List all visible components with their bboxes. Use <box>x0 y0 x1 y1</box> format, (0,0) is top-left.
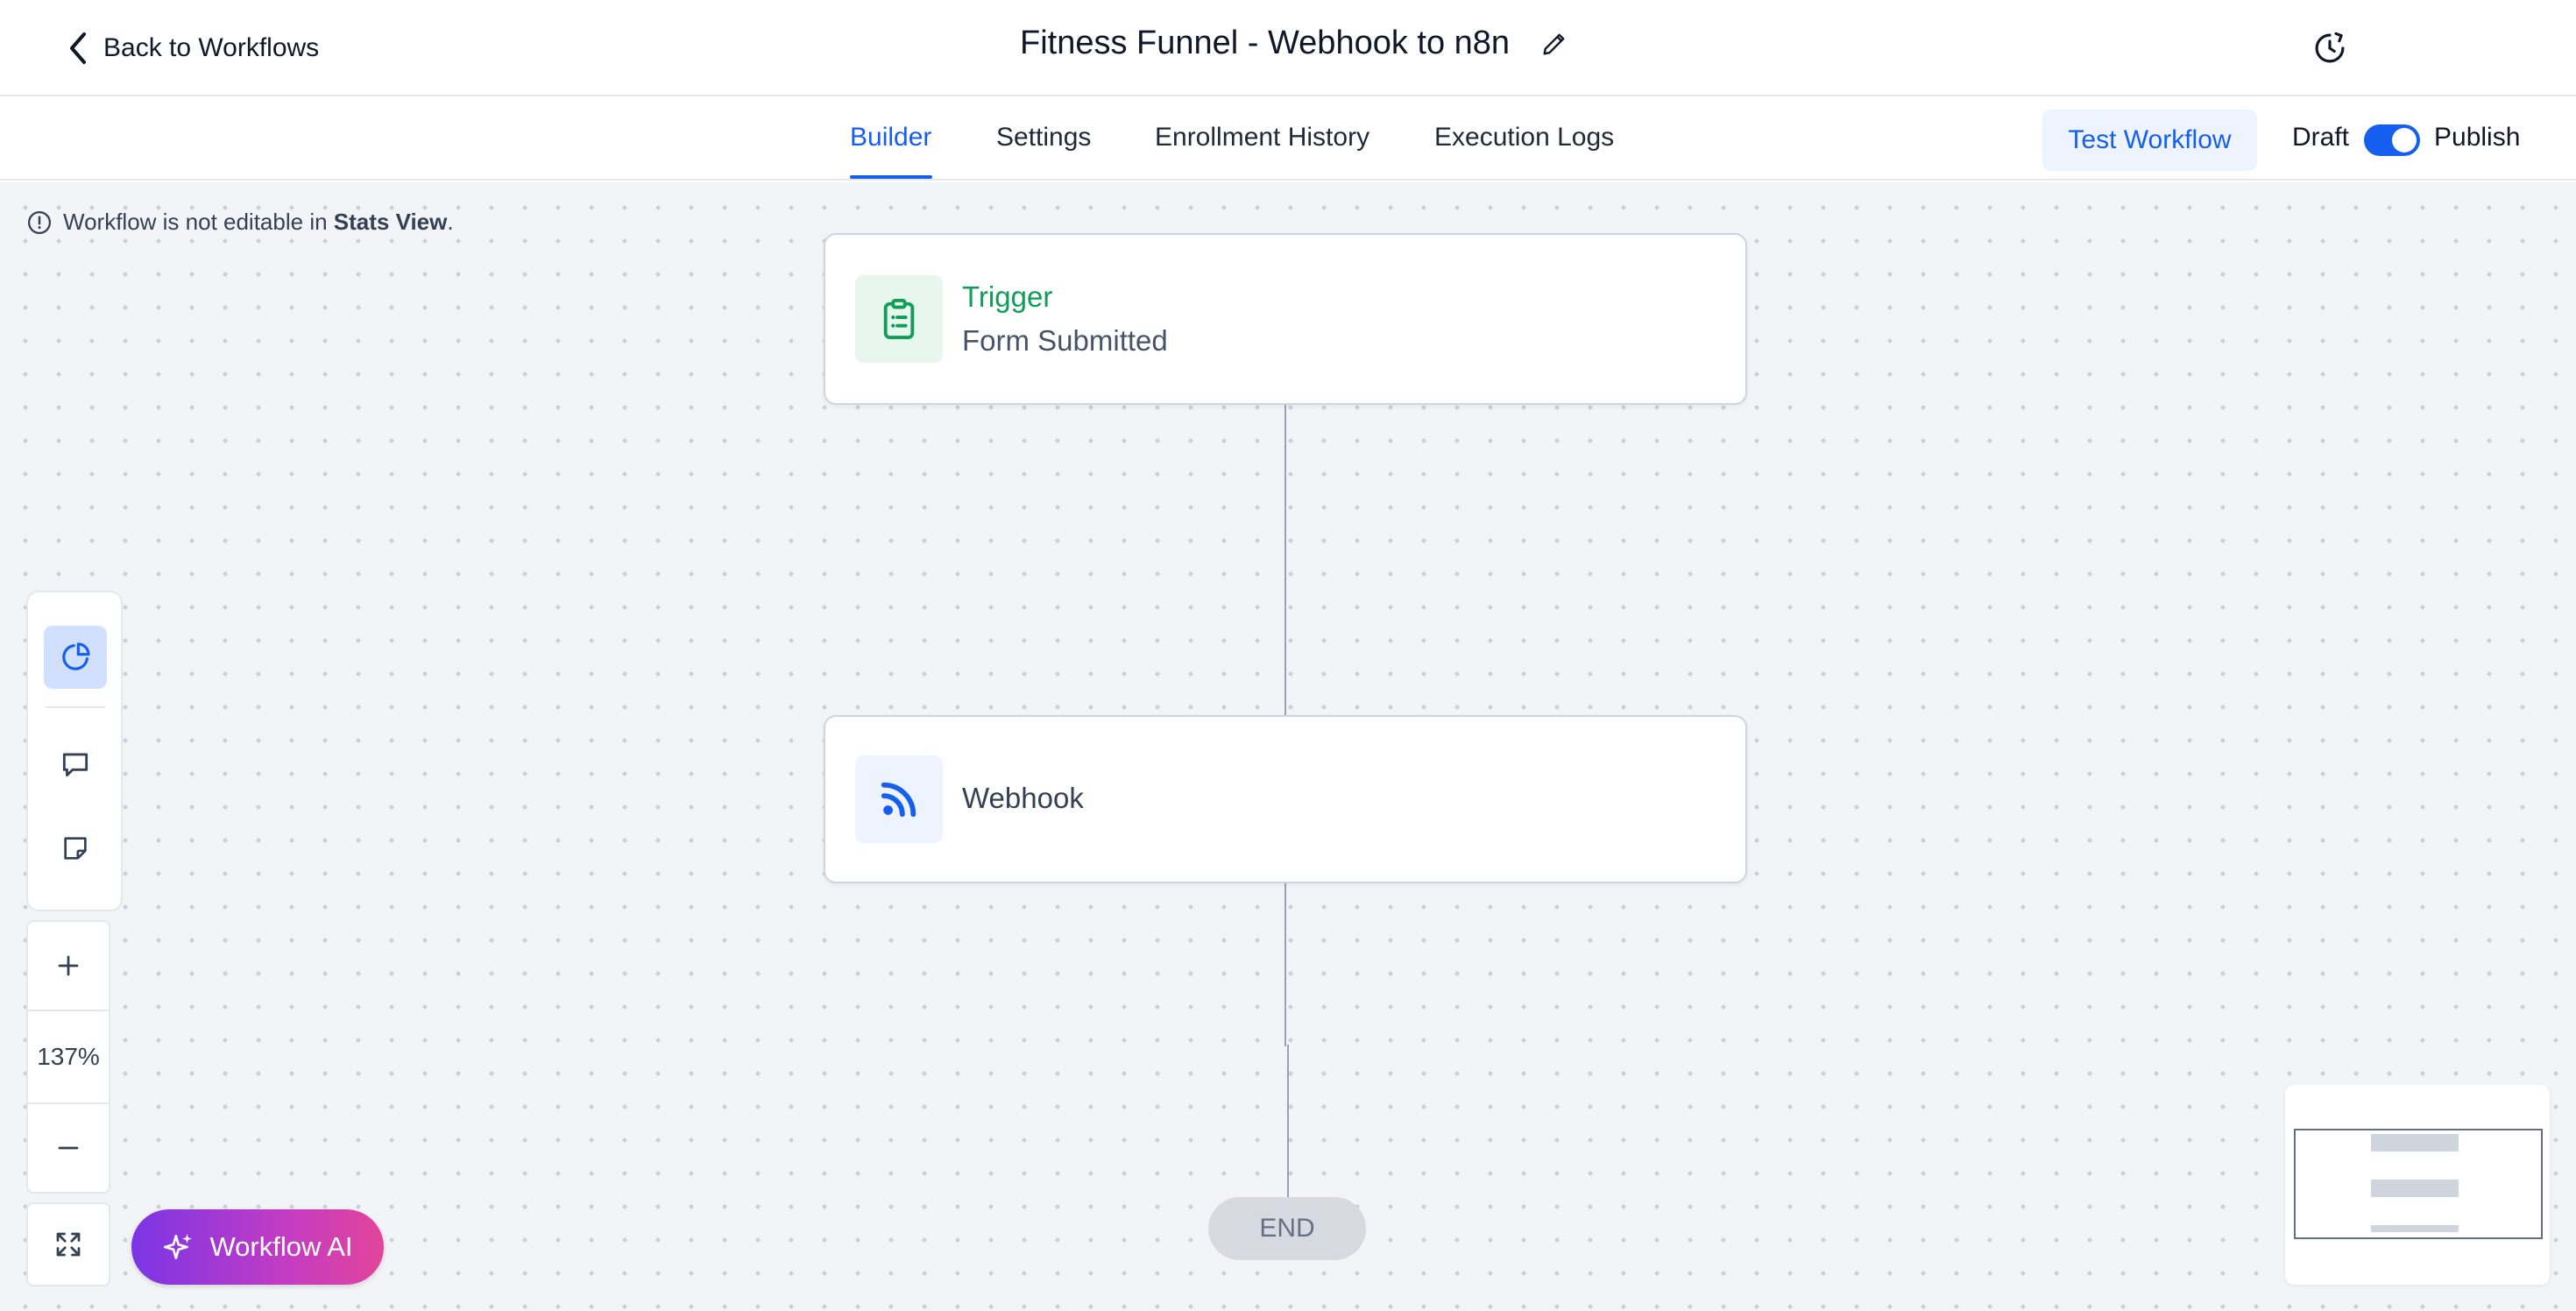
draft-label: Draft <box>2292 123 2350 152</box>
sparkles-icon <box>164 1233 193 1260</box>
workflow-ai-button[interactable]: Workflow AI <box>131 1209 384 1285</box>
toggle-knob <box>2392 128 2417 152</box>
workflow-canvas[interactable]: Workflow is not editable in Stats View. … <box>0 182 2576 1311</box>
stats-view-button[interactable] <box>44 626 107 689</box>
minimap-node <box>2371 1134 2459 1152</box>
zoom-in-button[interactable] <box>28 924 109 1008</box>
sticky-note-icon <box>64 837 87 860</box>
trigger-subtitle: Form Submitted <box>962 324 1168 357</box>
notice-prefix: Workflow is not editable in <box>63 209 334 235</box>
publish-label: Publish <box>2434 123 2521 152</box>
chevron-left-icon <box>70 32 86 64</box>
notice-suffix: . <box>447 209 454 235</box>
history-button[interactable] <box>2311 30 2348 71</box>
minimap[interactable] <box>2285 1085 2550 1285</box>
tool-panel <box>26 591 123 911</box>
connector-line <box>1284 405 1286 715</box>
webhook-icon-box <box>855 755 943 843</box>
notice-bold: Stats View <box>333 209 448 235</box>
stats-pie-icon <box>62 642 90 670</box>
info-circle-icon <box>28 210 51 234</box>
trigger-title: Trigger <box>962 280 1053 313</box>
expand-icon <box>56 1232 81 1257</box>
workflow-title-group: Fitness Funnel - Webhook to n8n <box>1020 25 1569 62</box>
minimap-node <box>2371 1180 2459 1197</box>
minimap-node <box>2371 1225 2459 1232</box>
tool-divider <box>46 706 105 708</box>
webhook-node[interactable]: Webhook <box>824 715 1747 883</box>
comment-button[interactable] <box>44 733 107 796</box>
connector-line <box>1284 883 1286 1046</box>
notice-text: Workflow is not editable in Stats View. <box>63 209 454 236</box>
rss-feed-icon <box>881 782 916 818</box>
test-workflow-button[interactable]: Test Workflow <box>2042 110 2257 171</box>
tab-builder[interactable]: Builder <box>850 123 931 152</box>
history-clock-icon <box>2315 32 2345 63</box>
back-label: Back to Workflows <box>103 33 320 62</box>
top-header: Back to Workflows Fitness Funnel - Webho… <box>0 0 2576 96</box>
webhook-title: Webhook <box>962 782 1084 814</box>
tab-execution-logs[interactable]: Execution Logs <box>1434 123 1614 152</box>
tab-enrollment-history[interactable]: Enrollment History <box>1155 123 1369 152</box>
workflow-ai-label: Workflow AI <box>209 1231 353 1262</box>
workflow-title: Fitness Funnel - Webhook to n8n <box>1020 25 1511 61</box>
fit-view-button[interactable] <box>26 1202 110 1286</box>
zoom-out-button[interactable] <box>28 1106 109 1190</box>
trigger-icon-box <box>855 275 943 363</box>
zoom-controls: 137% <box>26 920 110 1194</box>
tab-settings[interactable]: Settings <box>996 123 1091 152</box>
end-marker: END <box>1208 1197 1366 1260</box>
back-to-workflows-link[interactable]: Back to Workflows <box>68 32 319 65</box>
trigger-node[interactable]: Trigger Form Submitted <box>824 233 1747 405</box>
stats-view-notice: Workflow is not editable in Stats View. <box>26 209 454 236</box>
zoom-level: 137% <box>28 1010 109 1104</box>
publish-toggle[interactable] <box>2364 124 2420 156</box>
sticky-note-button[interactable] <box>44 817 107 880</box>
connector-line <box>1287 1045 1289 1199</box>
minus-icon <box>58 1146 79 1150</box>
comment-icon <box>62 753 88 777</box>
clipboard-list-icon <box>883 299 915 339</box>
plus-icon <box>58 955 79 976</box>
active-tab-indicator <box>850 175 932 179</box>
tab-bar: Builder Settings Enrollment History Exec… <box>0 96 2576 181</box>
pencil-icon[interactable] <box>1539 29 1569 59</box>
